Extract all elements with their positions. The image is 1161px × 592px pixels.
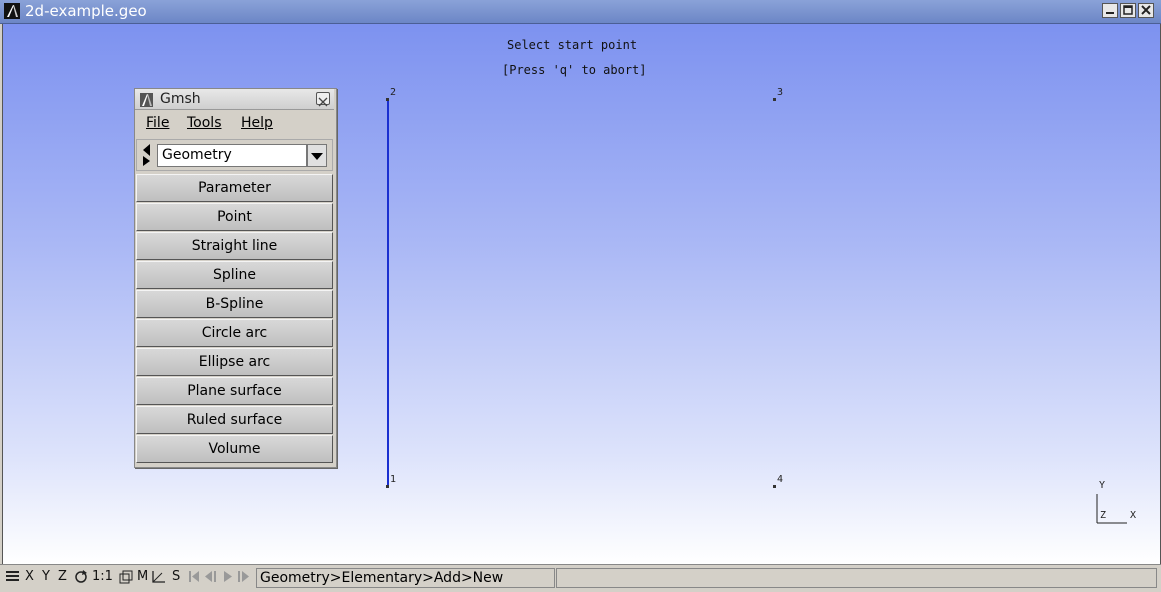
first-step-icon[interactable] xyxy=(188,570,200,587)
geometry-point[interactable] xyxy=(773,98,776,101)
parameter-button[interactable]: Parameter xyxy=(136,174,333,202)
next-step-icon[interactable] xyxy=(237,570,251,587)
gmsh-logo-icon xyxy=(140,92,153,107)
module-selector: Geometry xyxy=(136,139,333,171)
gmsh-panel: Gmsh File Tools Help Geometry Parameter … xyxy=(134,88,337,468)
menu-file-label: File xyxy=(146,115,170,131)
menu-icon[interactable] xyxy=(6,570,19,586)
menu-bar: File Tools Help xyxy=(136,111,333,136)
select-toggle-button[interactable]: S xyxy=(172,569,180,584)
view-z-button[interactable]: Z xyxy=(58,569,67,584)
rotate-icon[interactable] xyxy=(74,570,88,588)
point-label: 1 xyxy=(390,474,397,485)
axis-x-label: X xyxy=(1130,510,1137,521)
menu-tools[interactable]: Tools xyxy=(187,115,222,131)
straight-line-button[interactable]: Straight line xyxy=(136,232,333,260)
point-label: 3 xyxy=(777,87,784,98)
gmsh-logo-icon xyxy=(4,3,20,19)
previous-step-icon[interactable] xyxy=(204,570,218,587)
close-icon[interactable] xyxy=(1138,3,1154,18)
ellipse-arc-button[interactable]: Ellipse arc xyxy=(136,348,333,376)
geometry-line[interactable] xyxy=(387,99,389,486)
navigation-arrows-icon[interactable] xyxy=(140,143,152,167)
spline-button[interactable]: Spline xyxy=(136,261,333,289)
geometry-point[interactable] xyxy=(386,485,389,488)
geometry-point[interactable] xyxy=(773,485,776,488)
maximize-icon[interactable] xyxy=(1120,3,1136,18)
projection-icon[interactable] xyxy=(119,570,133,588)
mesh-toggle-button[interactable]: M xyxy=(137,569,148,584)
breadcrumb: Geometry>Elementary>Add>New xyxy=(256,568,555,588)
gmsh-panel-titlebar[interactable]: Gmsh xyxy=(135,89,334,110)
minimize-icon[interactable] xyxy=(1102,3,1118,18)
point-button[interactable]: Point xyxy=(136,203,333,231)
geometry-point[interactable] xyxy=(386,98,389,101)
module-dropdown[interactable]: Geometry xyxy=(157,144,307,167)
window-titlebar: 2d-example.geo xyxy=(0,0,1161,24)
b-spline-button[interactable]: B-Spline xyxy=(136,290,333,318)
menu-tools-label: Tools xyxy=(187,115,222,131)
menu-help-label: Help xyxy=(241,115,273,131)
play-icon[interactable] xyxy=(222,570,234,587)
ruled-surface-button[interactable]: Ruled surface xyxy=(136,406,333,434)
axis-y-label: Y xyxy=(1099,480,1106,491)
scale-button[interactable]: 1:1 xyxy=(92,569,113,584)
status-message-primary: Select start point xyxy=(507,38,638,52)
view-y-button[interactable]: Y xyxy=(42,569,50,584)
close-icon[interactable] xyxy=(316,92,330,107)
menu-help[interactable]: Help xyxy=(241,115,273,131)
status-bar: X Y Z 1:1 M S Geometry>Elementary>Add>Ne… xyxy=(0,564,1161,592)
point-label: 4 xyxy=(777,474,784,485)
chevron-down-icon[interactable] xyxy=(307,144,327,167)
menu-file[interactable]: File xyxy=(146,115,169,131)
circle-arc-button[interactable]: Circle arc xyxy=(136,319,333,347)
plane-surface-button[interactable]: Plane surface xyxy=(136,377,333,405)
status-message-secondary: [Press 'q' to abort] xyxy=(502,63,647,77)
axis-z-label: Z xyxy=(1100,510,1107,521)
volume-button[interactable]: Volume xyxy=(136,435,333,463)
view-x-button[interactable]: X xyxy=(25,569,34,584)
gmsh-panel-title: Gmsh xyxy=(160,91,201,107)
status-message-field xyxy=(556,568,1157,588)
window-title: 2d-example.geo xyxy=(25,2,147,20)
point-label: 2 xyxy=(390,87,397,98)
measure-icon[interactable] xyxy=(151,570,167,588)
